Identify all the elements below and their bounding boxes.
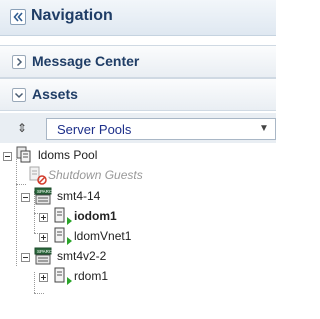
asset-tree: ldoms Pool Shutdown Guests SPARC smt4-14… [0, 143, 276, 319]
sparc-server-icon: SPARC [34, 247, 53, 268]
tree-node-label: smt4-14 [57, 189, 101, 203]
server-pool-icon [16, 146, 32, 167]
vm-running-icon [53, 267, 75, 290]
expand-toggle-icon[interactable] [39, 213, 48, 222]
assets-label: Assets [32, 86, 78, 102]
tree-node-label: smt4v2-2 [57, 249, 107, 263]
svg-text:SPARC: SPARC [37, 249, 52, 254]
server-stopped-icon [28, 166, 50, 189]
expand-toggle-icon[interactable] [39, 273, 48, 282]
tree-node-label: rdom1 [74, 269, 109, 283]
message-center-section[interactable]: Message Center [0, 45, 276, 78]
asset-view-select-value: Server Pools [57, 122, 132, 137]
double-chevron-left-icon[interactable] [10, 9, 26, 25]
navigation-header: Navigation [0, 0, 276, 36]
tree-node-vm-ldomvnet1[interactable]: ldomVnet1 [0, 227, 276, 247]
collapse-toggle-icon[interactable] [21, 253, 30, 262]
chevron-down-icon[interactable] [12, 88, 26, 102]
collapse-toggle-icon[interactable] [3, 152, 12, 161]
navigation-title: Navigation [31, 7, 113, 24]
tree-node-vm-rdom1[interactable]: rdom1 [0, 267, 276, 287]
tree-node-vm-iodom1[interactable]: iodom1 [0, 207, 276, 227]
asset-selector-row: ⇕ Server Pools ▼ [0, 113, 276, 143]
collapse-toggle-icon[interactable] [21, 193, 30, 202]
tree-node-pool[interactable]: ldoms Pool [0, 146, 276, 166]
tree-node-host-smt4v2-2[interactable]: SPARC smt4v2-2 [0, 247, 276, 267]
sort-icon[interactable]: ⇕ [17, 121, 27, 135]
sparc-server-icon: SPARC [34, 187, 53, 208]
tree-node-label: Shutdown Guests [48, 168, 143, 182]
message-center-label: Message Center [32, 53, 140, 69]
tree-node-host-smt4-14[interactable]: SPARC smt4-14 [0, 187, 276, 207]
caret-down-icon[interactable]: ▼ [259, 123, 269, 135]
tree-node-shutdown-guests[interactable]: Shutdown Guests [0, 166, 276, 186]
tree-node-label: iodom1 [74, 209, 117, 223]
expand-toggle-icon[interactable] [39, 233, 48, 242]
chevron-right-icon[interactable] [12, 55, 26, 69]
tree-node-label: ldomVnet1 [74, 229, 132, 243]
asset-view-select[interactable]: Server Pools ▼ [46, 118, 276, 140]
assets-section[interactable]: Assets [0, 78, 276, 111]
tree-node-label: ldoms Pool [38, 148, 98, 162]
svg-text:SPARC: SPARC [37, 189, 52, 194]
